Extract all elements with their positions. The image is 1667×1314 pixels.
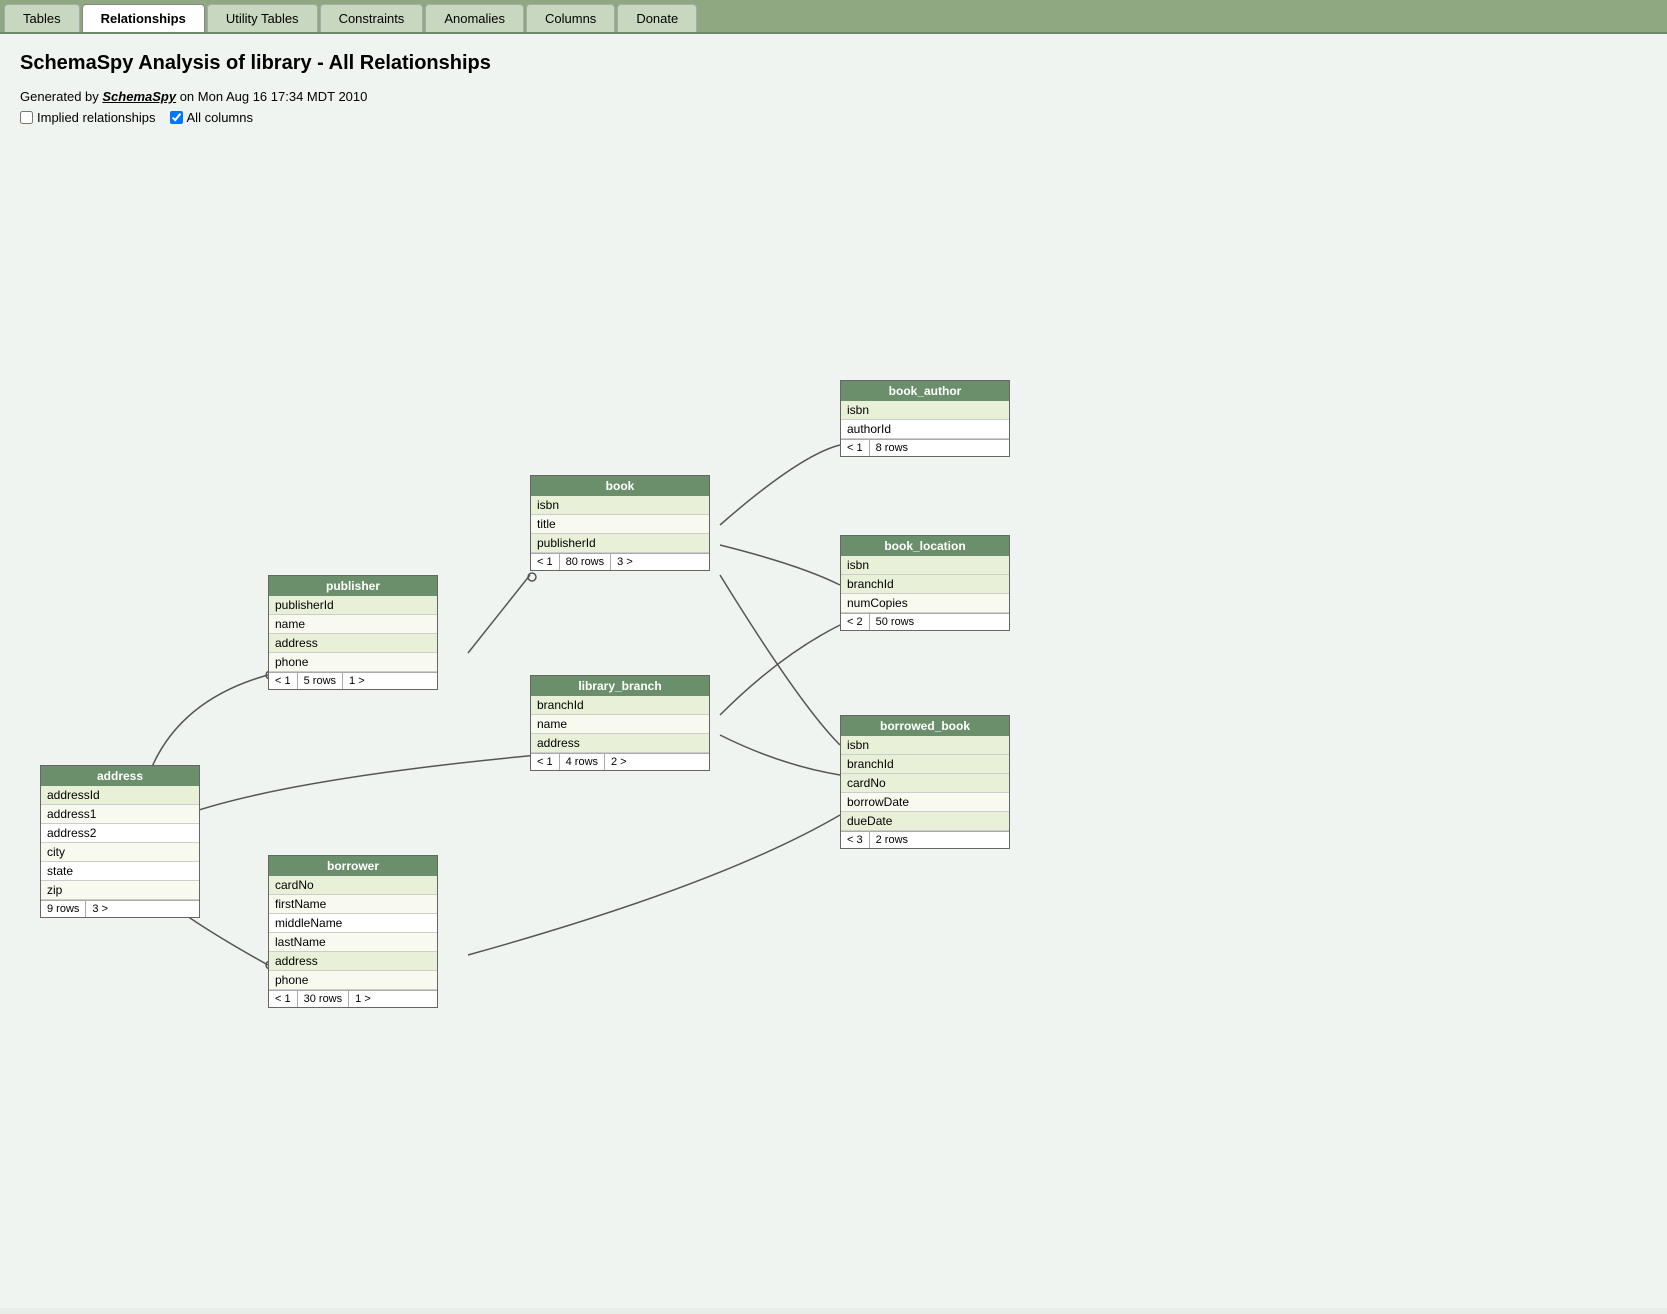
book-location-footer: < 250 rows [841,613,1009,630]
generated-by: Generated by SchemaSpy on Mon Aug 16 17:… [20,89,1647,104]
borrowed-book-footer: < 32 rows [841,831,1009,848]
address-address1: address1 [41,805,199,824]
publisher-footer: < 15 rows1 > [269,672,437,689]
borrower-firstname: firstName [269,895,437,914]
publisher-phone: phone [269,653,437,672]
publisher-header: publisher [269,576,437,596]
table-book-location: book_location isbn branchId numCopies < … [840,535,1010,631]
address-city: city [41,843,199,862]
implied-relationships-label[interactable]: Implied relationships [20,110,156,125]
address-addressid: addressId [41,786,199,805]
book-author-header: book_author [841,381,1009,401]
publisher-name: name [269,615,437,634]
publisher-address: address [269,634,437,653]
book-author-footer: < 18 rows [841,439,1009,456]
tab-relationships[interactable]: Relationships [82,4,205,32]
book-location-branchid: branchId [841,575,1009,594]
borrower-header: borrower [269,856,437,876]
address-zip: zip [41,881,199,900]
schemaspy-link[interactable]: SchemaSpy [102,89,176,104]
borrower-address: address [269,952,437,971]
table-address: address addressId address1 address2 city… [40,765,200,918]
all-columns-checkbox[interactable] [170,111,183,124]
table-library-branch: library_branch branchId name address < 1… [530,675,710,771]
library-branch-address: address [531,734,709,753]
book-author-isbn: isbn [841,401,1009,420]
borrowed-book-isbn: isbn [841,736,1009,755]
book-isbn: isbn [531,496,709,515]
implied-relationships-checkbox[interactable] [20,111,33,124]
publisher-publisherid: publisherId [269,596,437,615]
book-publisherid: publisherId [531,534,709,553]
library-branch-header: library_branch [531,676,709,696]
main-content: SchemaSpy Analysis of library - All Rela… [0,34,1667,1308]
borrower-lastname: lastName [269,933,437,952]
address-address2: address2 [41,824,199,843]
book-location-isbn: isbn [841,556,1009,575]
borrowed-book-duedate: dueDate [841,812,1009,831]
address-header: address [41,766,199,786]
tab-constraints[interactable]: Constraints [320,4,424,32]
book-author-authorid: authorId [841,420,1009,439]
borrower-cardno: cardNo [269,876,437,895]
borrower-phone: phone [269,971,437,990]
table-book: book isbn title publisherId < 180 rows3 … [530,475,710,571]
borrowed-book-cardno: cardNo [841,774,1009,793]
book-header: book [531,476,709,496]
book-location-numcopies: numCopies [841,594,1009,613]
borrowed-book-branchid: branchId [841,755,1009,774]
tab-tables[interactable]: Tables [4,4,80,32]
all-columns-label[interactable]: All columns [170,110,253,125]
borrowed-book-borrowdate: borrowDate [841,793,1009,812]
tab-columns[interactable]: Columns [526,4,615,32]
table-borrower: borrower cardNo firstName middleName las… [268,855,438,1008]
book-title: title [531,515,709,534]
address-state: state [41,862,199,881]
tab-anomalies[interactable]: Anomalies [425,4,524,32]
book-location-header: book_location [841,536,1009,556]
borrower-footer: < 130 rows1 > [269,990,437,1007]
nav-bar: Tables Relationships Utility Tables Cons… [0,0,1667,34]
tab-bar: Tables Relationships Utility Tables Cons… [0,0,1667,34]
borrowed-book-header: borrowed_book [841,716,1009,736]
table-book-author: book_author isbn authorId < 18 rows [840,380,1010,457]
tab-donate[interactable]: Donate [617,4,697,32]
tab-utility-tables[interactable]: Utility Tables [207,4,318,32]
library-branch-footer: < 14 rows2 > [531,753,709,770]
library-branch-name: name [531,715,709,734]
borrower-middlename: middleName [269,914,437,933]
address-footer: 9 rows3 > [41,900,199,917]
connectors-svg [20,145,1220,1125]
library-branch-branchid: branchId [531,696,709,715]
table-borrowed-book: borrowed_book isbn branchId cardNo borro… [840,715,1010,849]
table-publisher: publisher publisherId name address phone… [268,575,438,690]
page-title: SchemaSpy Analysis of library - All Rela… [20,52,1647,75]
diagram-area: book_author isbn authorId < 18 rows book… [20,145,1220,1125]
book-footer: < 180 rows3 > [531,553,709,570]
options-row: Implied relationships All columns [20,110,1647,125]
